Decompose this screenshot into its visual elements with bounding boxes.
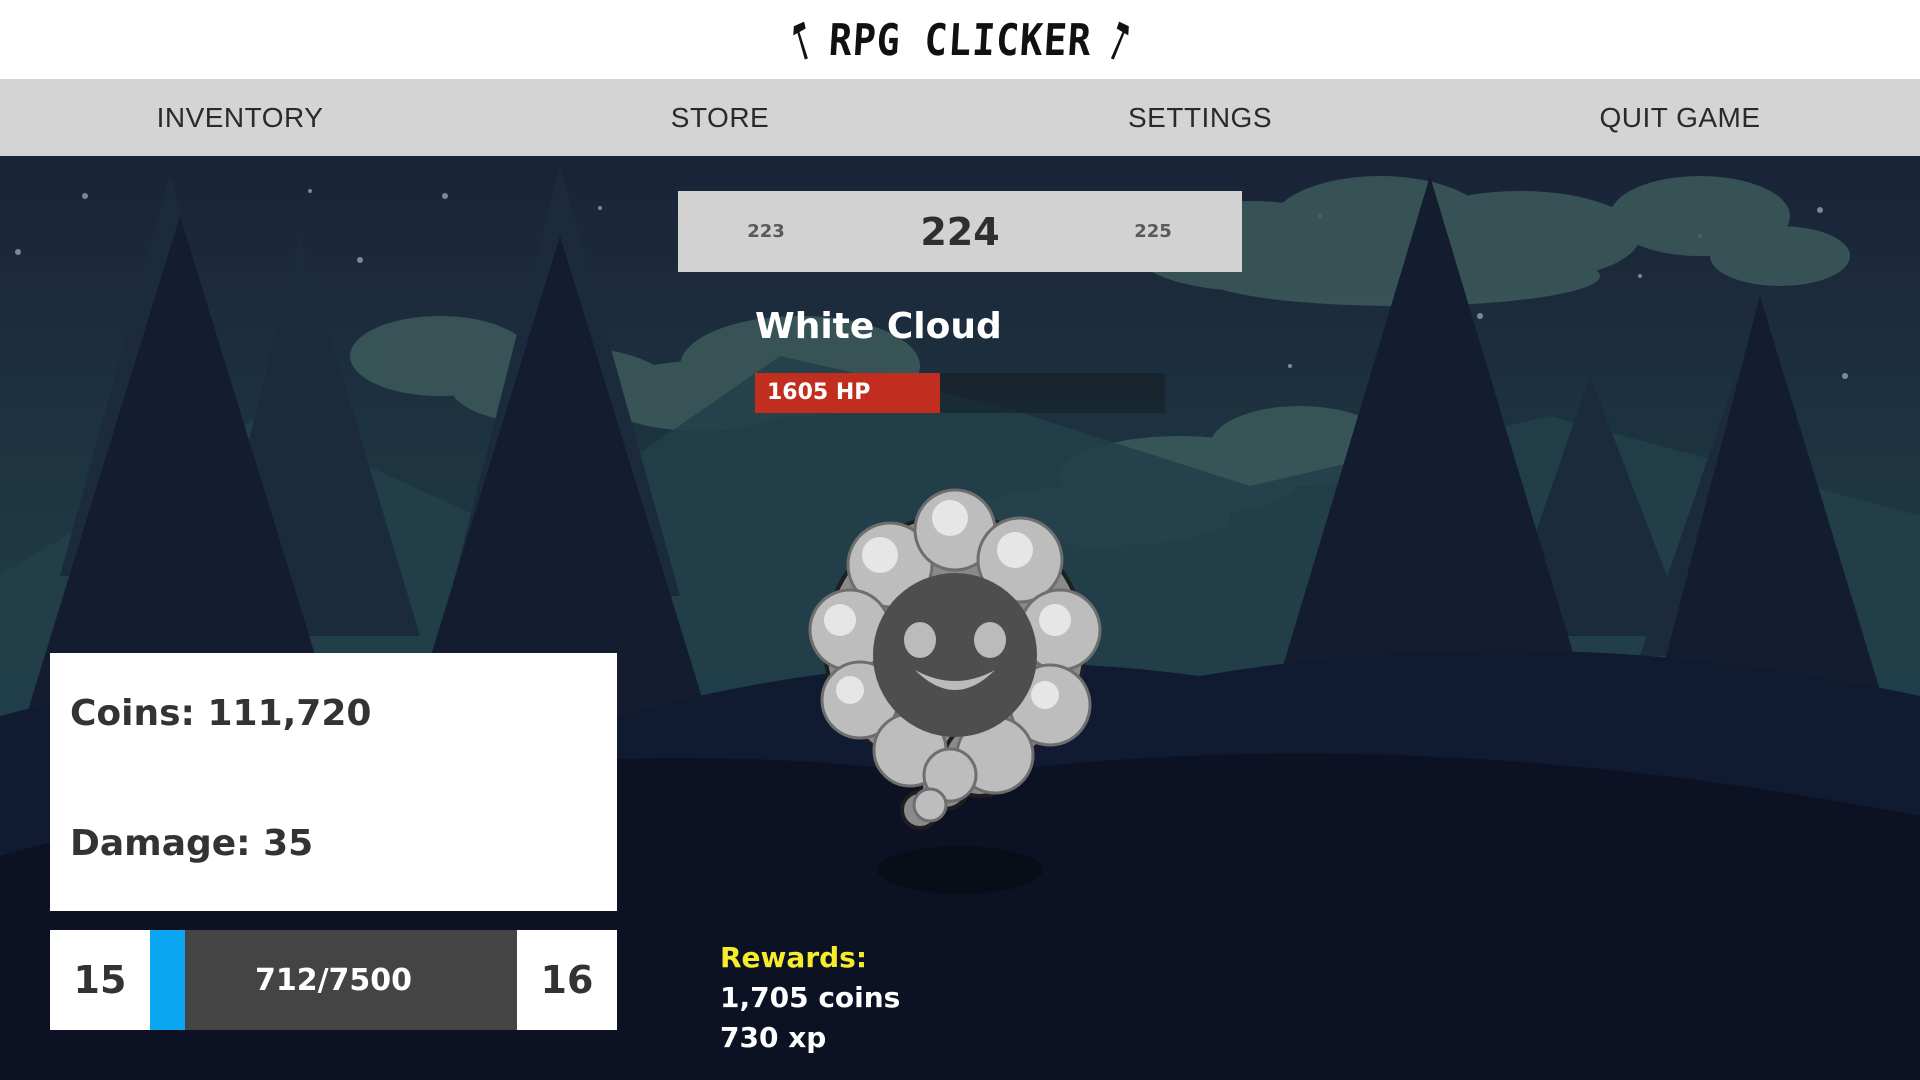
xp-progress: 15 712/7500 16 [50, 930, 617, 1030]
game-logo: RPG CLICKER [787, 14, 1133, 65]
nav-inventory[interactable]: INVENTORY [0, 79, 480, 156]
next-level-button[interactable]: 225 [1108, 191, 1198, 272]
damage-stat: Damage: 35 [70, 823, 314, 864]
axe-icon [1110, 21, 1129, 60]
header-bar: RPG CLICKER [0, 0, 1920, 79]
xp-progress-text: 712/7500 [254, 962, 413, 998]
current-level: 224 [920, 209, 1000, 254]
monster-shadow [877, 846, 1043, 894]
current-player-level: 15 [50, 930, 150, 1030]
axe-icon [792, 21, 808, 60]
main-nav: INVENTORY STORE SETTINGS QUIT GAME [0, 79, 1920, 156]
rewards-title: Rewards: [720, 941, 868, 974]
monster-hp-text: 1605 HP [767, 380, 871, 405]
coins-stat: Coins: 111,720 [70, 693, 372, 734]
nav-quit-game[interactable]: QUIT GAME [1440, 79, 1920, 156]
monster-name: White Cloud [755, 306, 1002, 347]
game-title: RPG CLICKER [827, 14, 1093, 65]
player-stats-panel: Coins: 111,720 Damage: 35 [50, 653, 617, 911]
nav-store[interactable]: STORE [480, 79, 960, 156]
rewards-coins: 1,705 coins [720, 981, 901, 1014]
nav-settings[interactable]: SETTINGS [960, 79, 1440, 156]
rewards-xp: 730 xp [720, 1021, 827, 1054]
game-screen: RPG CLICKER INVENTORY STORE SETTINGS QUI… [0, 0, 1920, 1080]
rewards-panel: Rewards: 1,705 coins 730 xp [720, 938, 900, 1058]
white-cloud-monster[interactable] [780, 470, 1130, 840]
next-player-level: 16 [517, 930, 617, 1030]
previous-level-button[interactable]: 223 [721, 191, 811, 272]
